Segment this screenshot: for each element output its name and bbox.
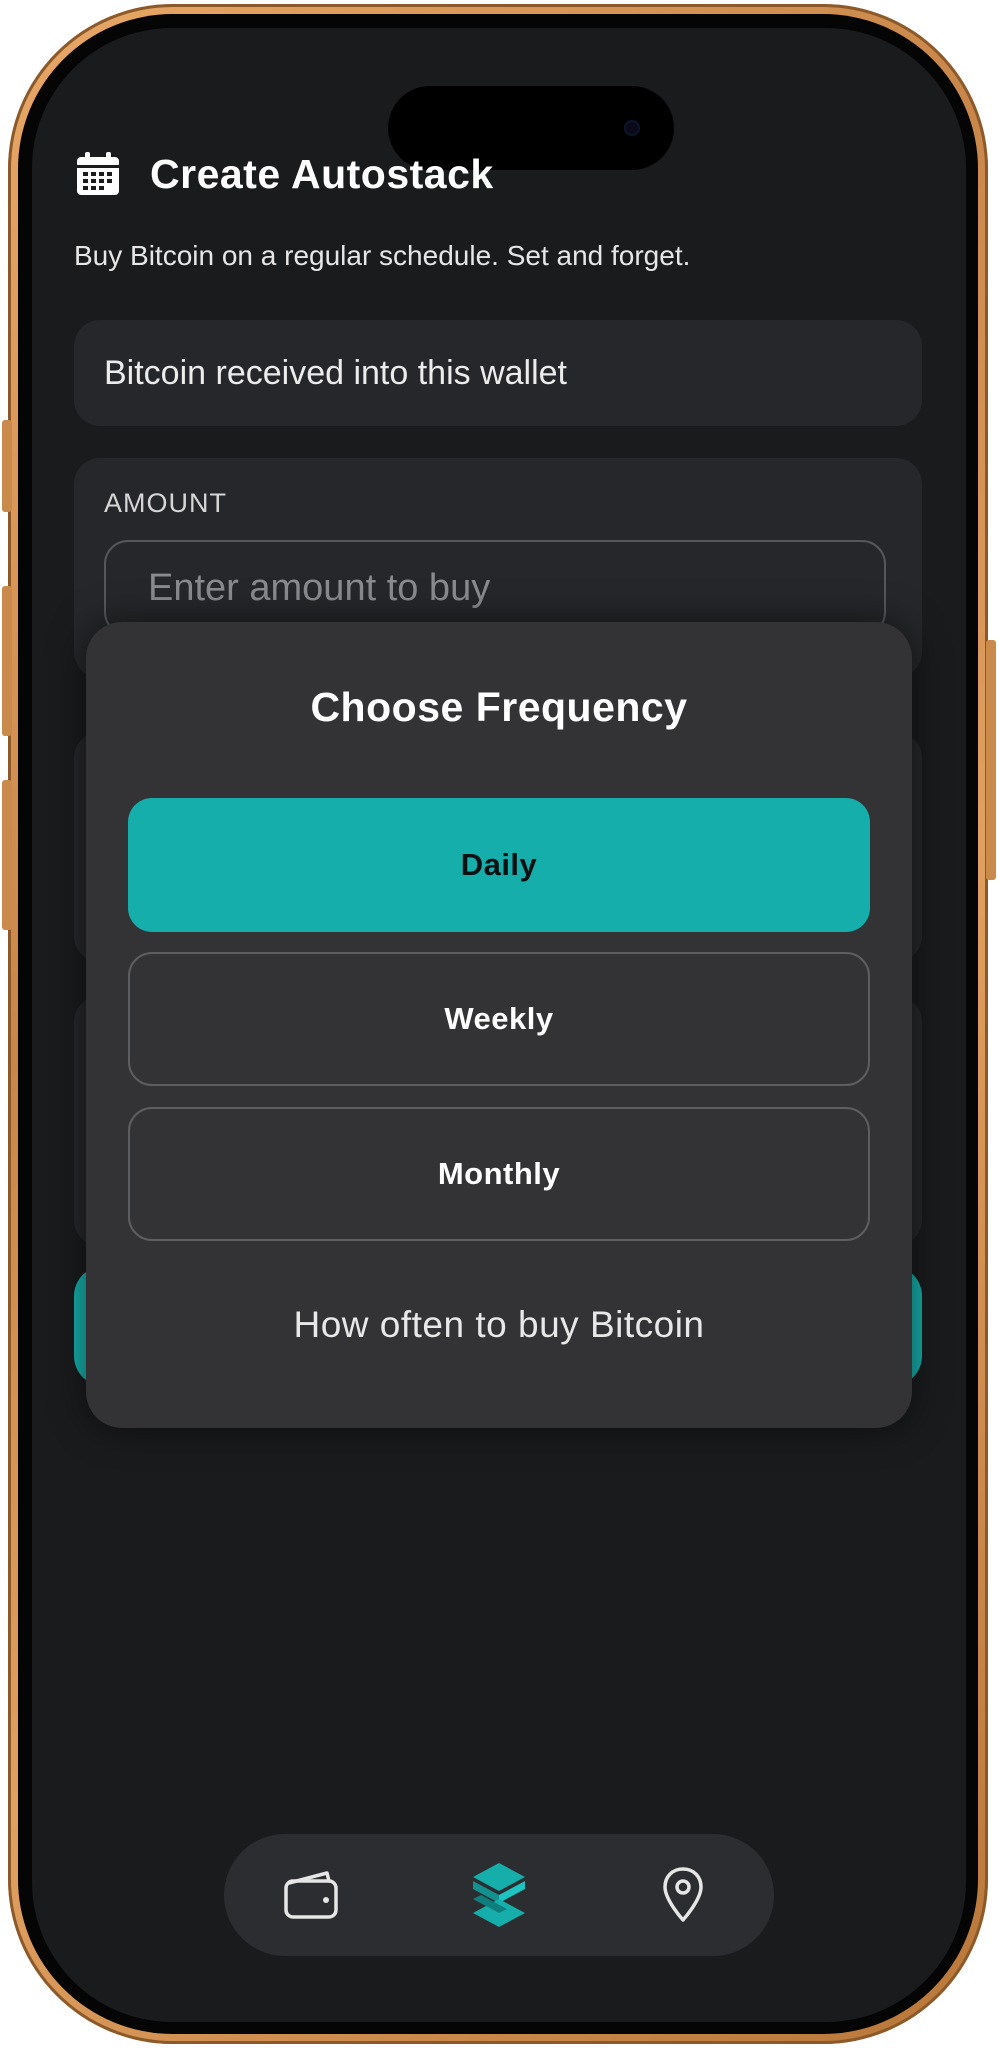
front-camera bbox=[624, 120, 640, 136]
page-title: Create Autostack bbox=[150, 150, 494, 197]
volume-down-button bbox=[2, 780, 12, 930]
app-screen: Create Autostack Buy Bitcoin on a regula… bbox=[32, 28, 966, 2022]
volume-up-button bbox=[2, 586, 12, 736]
stack-logo-icon bbox=[473, 1863, 525, 1927]
wallet-icon bbox=[284, 1871, 338, 1919]
tab-autostack[interactable] bbox=[464, 1860, 534, 1930]
modal-title: Choose Frequency bbox=[310, 684, 688, 730]
calendar-icon bbox=[77, 152, 119, 195]
action-button bbox=[2, 420, 12, 512]
frequency-picker-modal: Choose Frequency Daily Weekly Monthly Ho… bbox=[86, 622, 912, 1428]
bottom-tab-bar bbox=[224, 1834, 774, 1956]
power-button bbox=[986, 640, 996, 880]
wallet-destination-label: Bitcoin received into this wallet bbox=[104, 353, 568, 392]
amount-label: AMOUNT bbox=[104, 488, 227, 518]
frequency-option-weekly[interactable]: Weekly bbox=[128, 952, 870, 1086]
frequency-option-daily[interactable]: Daily bbox=[128, 798, 870, 932]
frequency-hint: How often to buy Bitcoin bbox=[293, 1304, 705, 1345]
tab-location[interactable] bbox=[648, 1860, 718, 1930]
frequency-option-monthly[interactable]: Monthly bbox=[128, 1107, 870, 1241]
location-pin-icon bbox=[663, 1867, 703, 1922]
page-subtitle: Buy Bitcoin on a regular schedule. Set a… bbox=[74, 240, 691, 271]
page-header: Create Autostack bbox=[74, 150, 494, 198]
tab-wallet[interactable] bbox=[276, 1860, 346, 1930]
wallet-destination-card[interactable]: Bitcoin received into this wallet bbox=[74, 320, 922, 426]
